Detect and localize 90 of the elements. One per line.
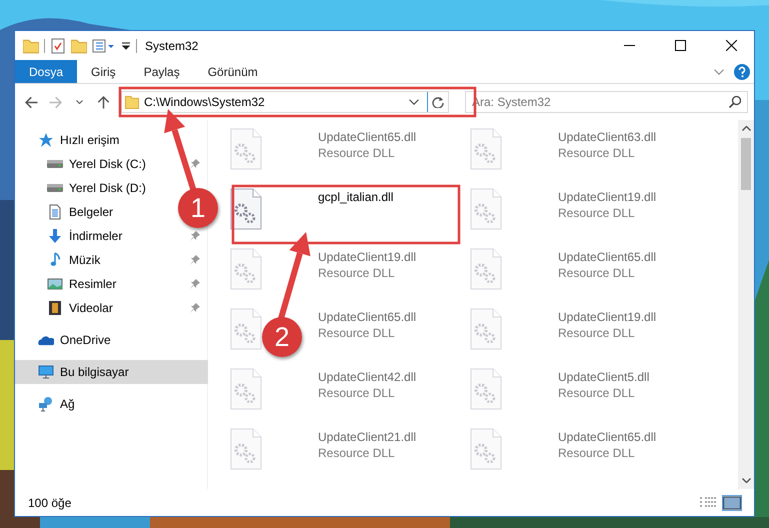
- file-name[interactable]: gcpl_italian.dll: [318, 190, 394, 204]
- dropdown-icon[interactable]: [409, 99, 419, 105]
- file-type: Resource DLL: [558, 266, 636, 280]
- ribbon-tab[interactable]: Paylaş: [130, 60, 194, 83]
- nav-item[interactable]: Hızlı erişim: [60, 133, 120, 147]
- scroll-up-icon[interactable]: [742, 126, 750, 131]
- file-type: Resource DLL: [318, 446, 396, 460]
- file-name[interactable]: UpdateClient65.dll: [558, 250, 656, 264]
- nav-item[interactable]: Müzik: [69, 253, 100, 267]
- file-name[interactable]: UpdateClient65.dll: [318, 310, 416, 324]
- ribbon-tab[interactable]: Görünüm: [194, 60, 272, 83]
- folder-icon: [125, 96, 139, 108]
- properties-icon[interactable]: [50, 38, 66, 54]
- file-name[interactable]: UpdateClient65.dll: [318, 130, 416, 144]
- maximize-icon: [674, 40, 686, 51]
- nav-item[interactable]: Belgeler: [69, 205, 114, 219]
- drive-icon: [47, 184, 63, 192]
- minimize-icon: [624, 45, 634, 46]
- nav-item[interactable]: OneDrive: [60, 333, 111, 347]
- up-arrow-icon: [96, 96, 110, 108]
- monitor-icon: [38, 364, 54, 380]
- file-name[interactable]: UpdateClient42.dll: [318, 370, 416, 384]
- settings-file-icon: [230, 428, 262, 470]
- nav-item[interactable]: Ağ: [60, 397, 75, 411]
- settings-file-icon: [470, 368, 502, 410]
- dropdown-icon[interactable]: [121, 42, 131, 50]
- file-type: Resource DLL: [558, 146, 636, 160]
- back-arrow-icon: [24, 96, 38, 108]
- pin-icon[interactable]: [190, 231, 200, 241]
- pin-icon[interactable]: [190, 255, 200, 265]
- pin-icon[interactable]: [190, 279, 200, 289]
- ribbon-tab[interactable]: Giriş: [77, 60, 130, 83]
- nav-item[interactable]: İndirmeler: [69, 229, 122, 243]
- caret-icon: [76, 100, 82, 104]
- file-name[interactable]: UpdateClient63.dll: [558, 130, 656, 144]
- item-count: 100 öğe: [28, 496, 72, 510]
- nav-item[interactable]: Yerel Disk (C:): [69, 157, 146, 171]
- settings-file-icon: [470, 128, 502, 170]
- file-type: Resource DLL: [318, 146, 396, 160]
- file-type: Resource DLL: [318, 386, 396, 400]
- nav-item[interactable]: Yerel Disk (D:): [69, 181, 146, 195]
- file-type: Resource DLL: [318, 266, 396, 280]
- file-type: Resource DLL: [558, 446, 636, 460]
- pin-icon[interactable]: [190, 303, 200, 313]
- forward-arrow-icon: [48, 96, 62, 108]
- drive-icon: [47, 160, 63, 168]
- nav-item[interactable]: Videolar: [69, 301, 113, 315]
- landscape-picture-icon: [47, 276, 63, 292]
- large-icons-view-button[interactable]: [723, 496, 741, 510]
- settings-file-icon: [230, 128, 262, 170]
- file-name[interactable]: UpdateClient19.dll: [558, 310, 656, 324]
- file-name[interactable]: UpdateClient5.dll: [558, 370, 650, 384]
- file-name[interactable]: UpdateClient65.dll: [558, 430, 656, 444]
- scrollbar[interactable]: [738, 120, 754, 489]
- settings-file-icon: [230, 248, 262, 290]
- settings-file-icon: [470, 308, 502, 350]
- scrollbar-thumb[interactable]: [741, 138, 751, 190]
- search-icon: [729, 96, 741, 108]
- network-icon: [38, 396, 54, 412]
- window-title: System32: [145, 38, 198, 52]
- film-strip-icon: [47, 300, 63, 316]
- large-icons-view-icon: [723, 496, 741, 510]
- file-name[interactable]: UpdateClient21.dll: [318, 430, 416, 444]
- settings-file-icon: [230, 368, 262, 410]
- settings-file-icon: [470, 428, 502, 470]
- file-type: Resource DLL: [558, 386, 636, 400]
- document-icon: [47, 204, 63, 220]
- file-name[interactable]: UpdateClient19.dll: [318, 250, 416, 264]
- help-icon[interactable]: [734, 64, 750, 80]
- file-type: Resource DLL: [558, 326, 636, 340]
- file-name[interactable]: UpdateClient19.dll: [558, 190, 656, 204]
- address-field[interactable]: C:\Windows\System32: [121, 91, 449, 113]
- file-type: Resource DLL: [558, 206, 636, 220]
- star-icon: [38, 132, 54, 148]
- scroll-down-icon[interactable]: [742, 478, 750, 483]
- settings-file-icon: [470, 188, 502, 230]
- expand-ribbon-icon[interactable]: [714, 68, 724, 74]
- ribbon-tab[interactable]: Dosya: [15, 60, 78, 83]
- file-type: Resource DLL: [318, 326, 396, 340]
- details-view-icon: [699, 496, 717, 510]
- close-icon: [726, 40, 736, 51]
- settings-file-icon: [230, 308, 262, 350]
- details-view-button[interactable]: [699, 496, 717, 510]
- pin-icon[interactable]: [190, 159, 200, 169]
- refresh-icon: [432, 96, 444, 108]
- settings-file-icon: [230, 188, 262, 230]
- settings-file-icon: [470, 248, 502, 290]
- customize-toolbar-icon[interactable]: [92, 38, 116, 54]
- download-arrow-icon: [47, 228, 63, 244]
- nav-item[interactable]: Resimler: [69, 277, 116, 291]
